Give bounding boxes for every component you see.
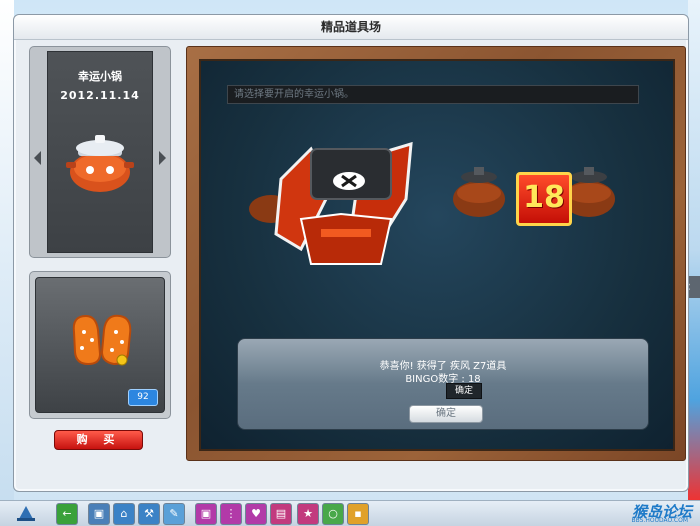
prev-item-arrow-icon[interactable] (34, 151, 41, 165)
back-icon[interactable]: ← (56, 503, 78, 525)
home-icon[interactable]: ⌂ (113, 503, 135, 525)
item-card: 幸运小锅 2012.11.14 (29, 46, 171, 258)
quantity-badge: 92 (128, 389, 158, 406)
item-preview: 幸运小锅 2012.11.14 (47, 51, 153, 253)
chat-icon[interactable]: ○ (322, 503, 344, 525)
lucky-pot-icon (66, 135, 134, 192)
bingo-number-badge: 18 (516, 172, 572, 226)
item-name: 幸运小锅 (78, 70, 122, 83)
bingo-message: BINGO数字 : 18 (405, 374, 481, 385)
background-right (688, 0, 700, 500)
confirm-button[interactable]: 确定 (409, 405, 483, 423)
monitor-icon[interactable]: ▣ (88, 503, 110, 525)
gift-icon[interactable]: ▣ (195, 503, 217, 525)
tooltip: 确定 (446, 383, 482, 399)
opening-board: 请选择要开启的幸运小锅。 18 恭喜你! 获得了 疾风 Z7道具 BINGO数字… (199, 59, 675, 451)
select-pot-prompt: 请选择要开启的幸运小锅。 (227, 85, 639, 104)
shop-window: 精品道具场 幸运小锅 2012.11.14 92 购 买 请选择要开启的幸运小锅… (13, 14, 689, 492)
heart-icon[interactable]: ♥ (245, 503, 267, 525)
background-left (0, 0, 14, 500)
opened-pot-item-icon (249, 141, 413, 265)
taskbar: ← ▣ ⌂ ⚒ ✎ ▣ ⋮ ♥ ▤ ★ ○ ▪ 猴岛论坛 BBS.HOUDAO.… (0, 500, 700, 526)
pencil-icon[interactable]: ✎ (163, 503, 185, 525)
note-icon[interactable]: ▪ (347, 503, 369, 525)
start-icon[interactable] (13, 503, 39, 523)
book-icon[interactable]: ▤ (270, 503, 292, 525)
buy-button[interactable]: 购 买 (54, 430, 143, 450)
reward-card: 92 (29, 271, 171, 419)
reward-preview: 92 (35, 277, 165, 413)
window-title: 精品道具场 (14, 15, 688, 40)
site-logo-url: BBS.HOUDAO.COM (631, 517, 688, 524)
wooden-frame: 请选择要开启的幸运小锅。 18 恭喜你! 获得了 疾风 Z7道具 BINGO数字… (186, 46, 686, 461)
gloves-icon (72, 314, 132, 366)
stars-icon[interactable]: ★ (297, 503, 319, 525)
dots-icon[interactable]: ⋮ (220, 503, 242, 525)
wrench-icon[interactable]: ⚒ (138, 503, 160, 525)
item-date: 2012.11.14 (60, 89, 140, 102)
result-dialog: 恭喜你! 获得了 疾风 Z7道具 BINGO数字 : 18 确定 确定 (237, 338, 649, 430)
next-item-arrow-icon[interactable] (159, 151, 166, 165)
